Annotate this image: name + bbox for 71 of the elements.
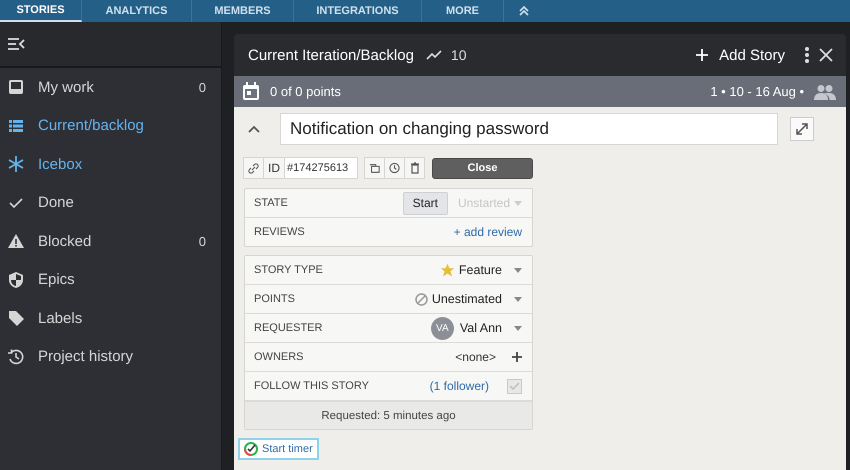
history-button[interactable] (384, 157, 405, 179)
start-timer-button[interactable]: Start timer (238, 438, 319, 460)
caret-icon (514, 326, 522, 330)
nav-tab[interactable]: MORE (422, 0, 504, 22)
warning-icon (7, 232, 25, 250)
add-review-link[interactable]: + add review (454, 225, 522, 239)
caret-icon (514, 296, 522, 302)
copy-link-button[interactable] (243, 157, 264, 179)
clone-button[interactable] (364, 157, 385, 179)
sidebar-item[interactable]: Labels (0, 299, 221, 338)
copy-icon (369, 162, 380, 174)
clock-icon (389, 162, 400, 174)
sidebar-item[interactable]: Icebox (0, 145, 221, 184)
field-dropdown[interactable]: Feature (440, 262, 522, 278)
field-label: STATE (254, 197, 289, 209)
add-owner-icon[interactable] (512, 352, 522, 362)
star-icon (440, 262, 455, 278)
double-chevron-up-icon[interactable] (518, 5, 530, 17)
collapse-caret-icon[interactable] (248, 125, 260, 133)
velocity-count: 10 (450, 47, 466, 63)
shield-icon (7, 270, 25, 289)
field-label: FOLLOW THIS STORY (254, 380, 370, 392)
field-dropdown[interactable]: Unestimated (414, 292, 522, 306)
sidebar-item[interactable]: Project history (0, 338, 221, 376)
owners-value: <none> (455, 350, 496, 364)
sidebar-item[interactable]: Epics (0, 260, 221, 299)
caret-icon (514, 268, 522, 272)
field-label: POINTS (254, 293, 296, 305)
people-icon (814, 84, 836, 100)
sidebar-item[interactable]: My work 0 (0, 68, 221, 106)
snowflake-icon (7, 155, 25, 174)
close-button[interactable]: Close (432, 158, 533, 178)
item-count: 0 (198, 80, 206, 95)
requester-dropdown[interactable]: VA Val Ann (430, 316, 522, 340)
iteration-points: 0 of 0 points (270, 84, 341, 99)
trash-icon (410, 162, 420, 174)
expand-button[interactable] (790, 117, 814, 141)
follow-checkbox[interactable] (507, 378, 522, 394)
story-id-field[interactable]: #174275613 (284, 157, 358, 179)
add-story-button[interactable]: Add Story (695, 46, 785, 64)
item-count: 0 (198, 234, 206, 249)
calendar-icon (242, 82, 260, 101)
collapse-menu-icon[interactable] (7, 37, 25, 51)
more-options-icon[interactable] (804, 46, 810, 64)
sidebar-item[interactable]: Blocked 0 (0, 222, 221, 260)
iteration-dates: 1 • 10 - 16 Aug • (710, 84, 804, 99)
close-icon[interactable] (819, 48, 833, 62)
plus-icon (695, 48, 710, 62)
tray-icon (7, 78, 25, 96)
field-label: OWNERS (254, 351, 304, 363)
caret-icon (514, 200, 522, 206)
sidebar-item[interactable]: Current/backlog (0, 106, 221, 145)
nav-tab[interactable]: INTEGRATIONS (294, 0, 422, 22)
timer-check-icon (244, 442, 258, 456)
trend-line-icon (426, 49, 442, 61)
link-icon (248, 162, 259, 174)
history-icon (7, 348, 25, 366)
field-label: REQUESTER (254, 322, 324, 334)
field-label: REVIEWS (254, 226, 306, 238)
start-button[interactable]: Start (402, 192, 448, 214)
requested-time: Requested: 5 minutes ago (245, 401, 532, 429)
follower-count-link[interactable]: (1 follower) (430, 379, 489, 393)
id-label: ID (263, 157, 285, 179)
story-title-field[interactable]: Notification on changing password (280, 113, 778, 145)
panel-title: Current Iteration/Backlog (248, 46, 414, 64)
tag-icon (7, 309, 25, 328)
sidebar-item[interactable]: Done (0, 184, 221, 222)
no-estimate-icon (414, 292, 428, 306)
expand-arrow-icon (796, 123, 808, 135)
field-label: STORY TYPE (254, 264, 324, 276)
delete-button[interactable] (404, 157, 425, 179)
